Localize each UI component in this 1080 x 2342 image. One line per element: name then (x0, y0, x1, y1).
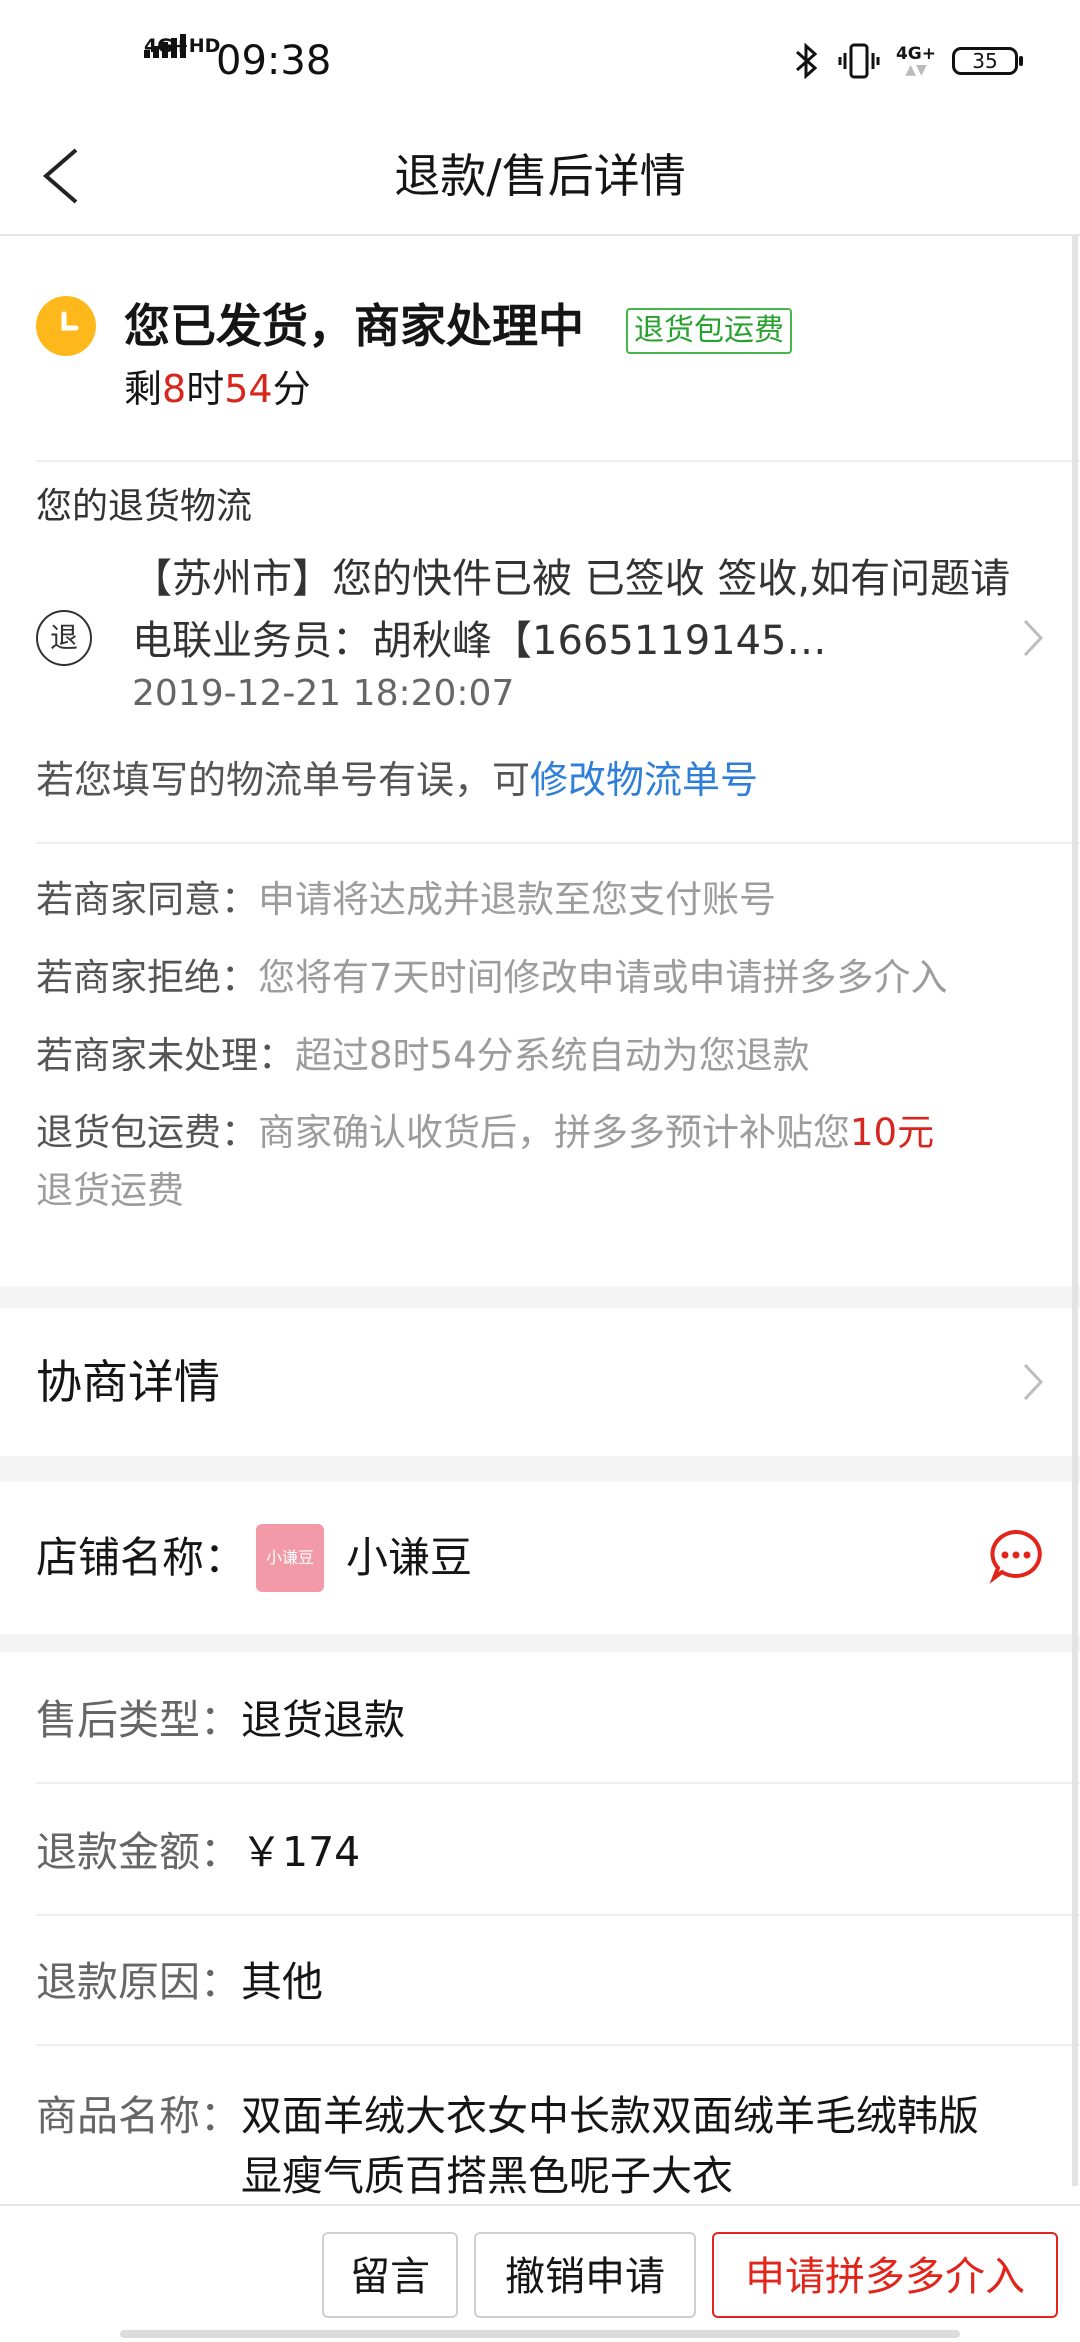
shop-label: 店铺名称： (36, 1533, 247, 1582)
request-intervention-button[interactable]: 申请拼多多介入 (712, 2232, 1058, 2318)
bluetooth-icon (795, 42, 818, 80)
scrollbar[interactable] (1072, 236, 1078, 2186)
logistics-row[interactable]: 退 【苏州市】您的快件已被 已签收 签收,如有问题请电联业务员：胡秋峰【1665… (0, 540, 1080, 730)
status-title: 您已发货，商家处理中 (124, 299, 584, 353)
logistics-message: 【苏州市】您的快件已被 已签收 签收,如有问题请电联业务员：胡秋峰【166511… (132, 556, 1011, 664)
shop-logo[interactable]: 小谦豆 (256, 1524, 324, 1592)
logistics-time: 2019-12-21 18:20:07 (132, 673, 515, 714)
status-icons: 4G+ ▲▼ 35 (794, 36, 1023, 86)
shop-row: 店铺名称： 小谦豆 小谦豆 (0, 1482, 1080, 1634)
back-arrow-icon[interactable] (36, 128, 96, 224)
rule-reject: 若商家拒绝：您将有7天时间修改申请或申请拼多多介入 (36, 956, 948, 999)
negotiate-label: 协商详情 (36, 1355, 220, 1409)
chevron-right-icon (1023, 1363, 1044, 1401)
refund-amount: 退款金额：￥174 (36, 1828, 361, 1876)
rule-no-action: 若商家未处理：超过8时54分系统自动为您退款 (36, 1034, 810, 1077)
battery-level: 35 (972, 49, 998, 73)
network-type-2: 4G+ (895, 44, 936, 64)
freight-insurance-tag: 退货包运费 (626, 308, 792, 354)
divider (36, 1782, 1080, 1784)
freight-amount: 10元 (850, 1111, 935, 1154)
countdown: 剩8时54分 (124, 367, 311, 411)
battery-icon: 35 (952, 47, 1023, 75)
product-name: 商品名称：双面羊绒大衣女中长款双面绒羊毛绒韩版 显瘦气质百搭黑色呢子大衣 (36, 2092, 979, 2200)
after-sale-type: 售后类型：退货退款 (36, 1696, 405, 1744)
rule-freight: 退货包运费：商家确认收货后，拼多多预计补贴您10元 退货运费 (36, 1111, 935, 1212)
leave-message-button[interactable]: 留言 (322, 2232, 458, 2318)
return-icon: 退 (36, 610, 92, 666)
chevron-right-icon (1023, 619, 1044, 657)
chat-icon[interactable] (988, 1528, 1044, 1584)
home-indicator (120, 2330, 960, 2338)
refund-reason: 退款原因：其他 (36, 1958, 323, 2006)
countdown-minutes: 54 (224, 367, 273, 411)
vibrate-icon (838, 43, 880, 79)
modify-tracking-line: 若您填写的物流单号有误，可修改物流单号 (36, 758, 759, 802)
divider (36, 460, 1080, 462)
negotiate-details-row[interactable]: 协商详情 (0, 1308, 1080, 1456)
page-title: 退款/售后详情 (394, 149, 686, 203)
action-bar: 留言 撤销申请 申请拼多多介入 (0, 2204, 1080, 2342)
clock-icon (36, 296, 96, 356)
shop-name[interactable]: 小谦豆 (346, 1528, 472, 1588)
modify-tracking-link[interactable]: 修改物流单号 (530, 758, 758, 802)
countdown-hours: 8 (162, 367, 187, 411)
cancel-request-button[interactable]: 撤销申请 (474, 2232, 696, 2318)
rule-agree: 若商家同意：申请将达成并退款至您支付账号 (36, 878, 776, 921)
divider (36, 1914, 1080, 1916)
data-arrows-icon: ▲▼ (905, 62, 927, 78)
clock-time: 09:38 (216, 38, 332, 84)
logistics-heading: 您的退货物流 (36, 486, 253, 527)
divider (36, 842, 1080, 844)
status-bar: 4G+HD 09:38 4G+ ▲▼ 35 (0, 0, 1080, 118)
nav-bar: 退款/售后详情 (0, 118, 1080, 236)
divider (36, 2044, 1080, 2046)
